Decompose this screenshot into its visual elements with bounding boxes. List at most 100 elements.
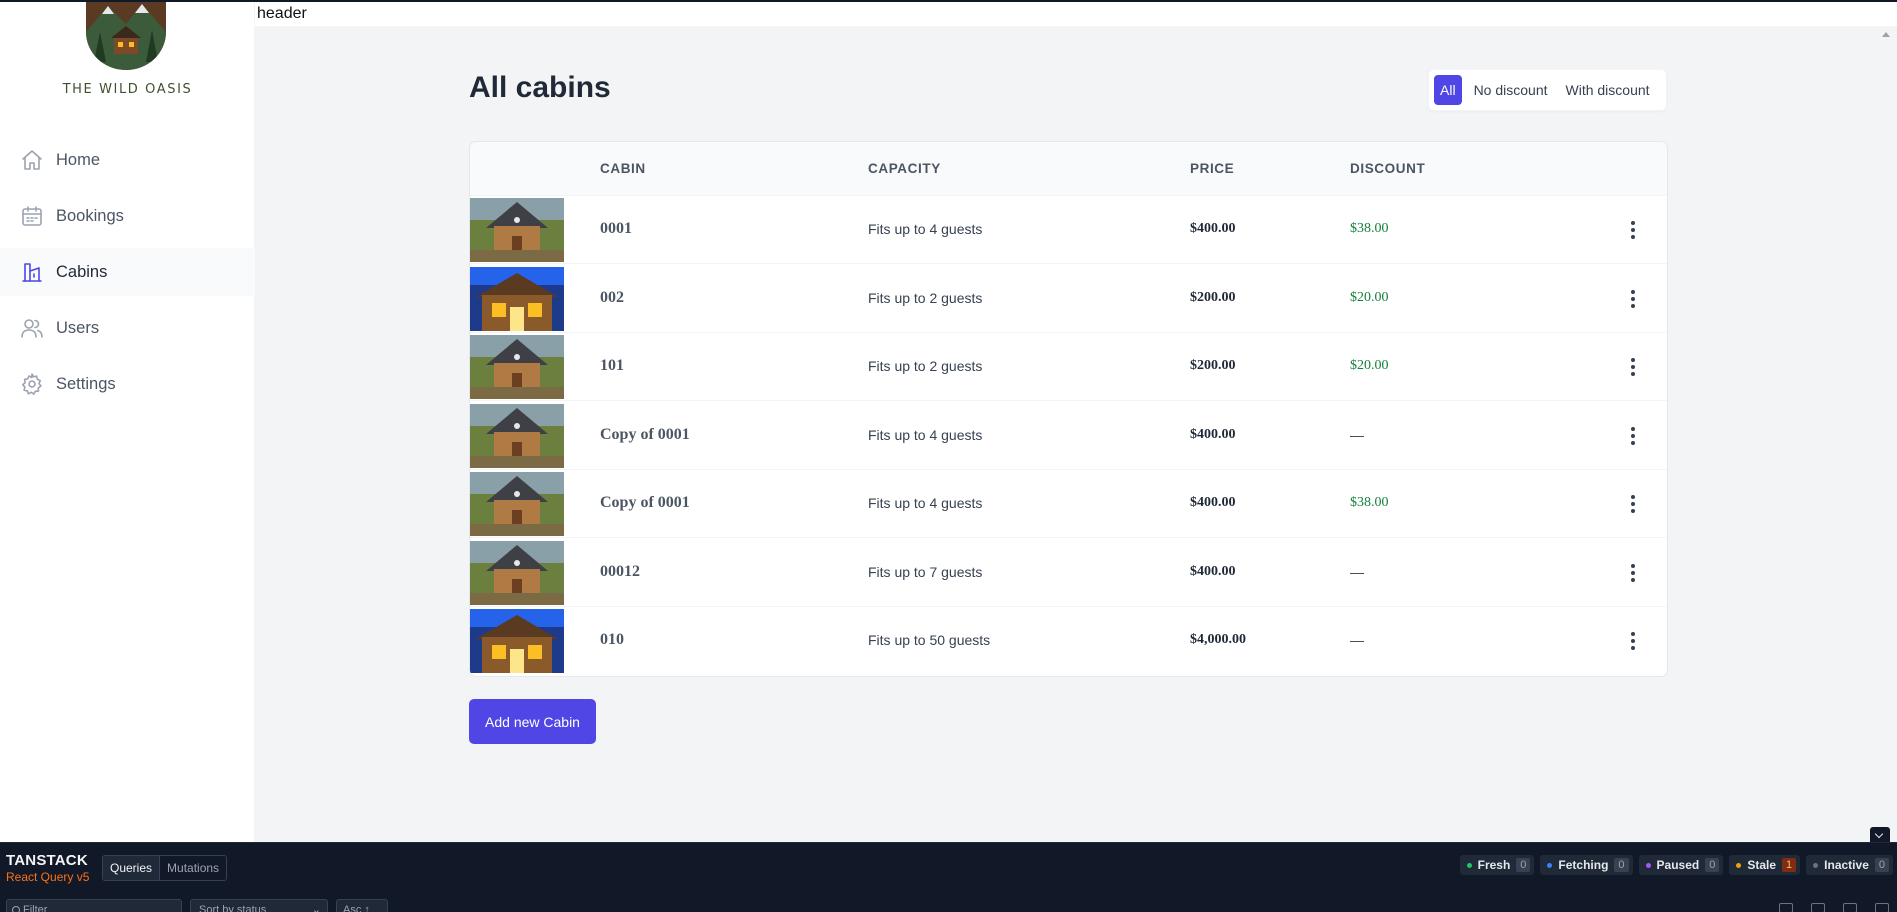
home-icon [22,150,42,170]
cabin-price: $400.00 [1190,495,1236,510]
status-count: 0 [1614,858,1629,872]
table-row: 101 Fits up to 2 guests $200.00 $20.00 [470,333,1667,401]
row-menu-button[interactable] [1620,285,1646,313]
tab-queries[interactable]: Queries [103,856,161,880]
query-status-counts: Fresh 0 Fetching 0 Paused 0 Stale 1 Inactive 0 [1459,855,1893,875]
tab-mutations[interactable]: Mutations [160,856,226,880]
status-badge-inactive[interactable]: Inactive 0 [1806,855,1893,875]
wifi-icon[interactable] [1811,903,1825,912]
devtools-tabs: Queries Mutations [102,855,228,881]
cabin-discount: — [1350,426,1364,443]
cabin-icon [22,263,42,282]
cabin-image [470,335,564,399]
cabin-name: Copy of 0001 [600,494,690,511]
nav-item-cabins[interactable]: Cabins [0,248,255,296]
status-dot [1645,862,1651,868]
status-dot [1813,862,1819,868]
more-vertical-icon [1631,495,1635,499]
cabin-name: 002 [600,288,624,306]
cabin-price: $4,000.00 [1190,632,1246,647]
cabin-image [470,609,564,673]
filter-with-discount-button[interactable]: With discount [1560,75,1656,105]
main-nav: Home Bookings Cabins Users Settings [0,136,255,416]
cabin-name: 00012 [600,562,640,580]
column-header-capacity: CAPACITY [868,161,941,176]
status-count: 0 [1516,858,1531,872]
cabin-image [470,266,564,331]
nav-item-home[interactable]: Home [0,136,255,184]
popout-icon[interactable] [1843,903,1857,912]
table-row: 0001 Fits up to 4 guests $400.00 $38.00 [470,196,1667,264]
logo[interactable]: THE WILD OASIS [0,2,255,102]
discount-filter: All No discount With discount [1428,69,1667,111]
users-icon [21,319,43,338]
status-label: Inactive [1824,858,1869,872]
chevron-down-icon: ⌄ [311,904,321,912]
column-header-price: PRICE [1190,161,1235,176]
header-text: header [257,5,307,22]
add-cabin-button[interactable]: Add new Cabin [469,699,596,744]
nav-label: Settings [56,374,116,393]
main-content: All cabins All No discount With discount… [255,27,1897,842]
column-header-discount: DISCOUNT [1350,161,1426,176]
status-badge-fresh[interactable]: Fresh 0 [1459,855,1535,875]
nav-item-bookings[interactable]: Bookings [0,192,255,240]
sort-select[interactable]: Sort by status ⌄ [190,899,328,912]
table-row: 00012 Fits up to 7 guests $400.00 — [470,539,1667,607]
cabin-price: $200.00 [1190,289,1236,305]
more-vertical-icon [1631,221,1635,225]
cabin-image [470,472,564,536]
devtools-controls: Filter Sort by status ⌄ Asc ↑ [6,899,388,912]
devtools-logo[interactable]: TANSTACK React Query v5 [6,852,89,884]
status-dot [1547,862,1553,868]
status-label: Paused [1656,858,1700,872]
sort-order-button[interactable]: Asc ↑ [336,899,388,912]
nav-label: Users [56,318,100,337]
settings-icon[interactable] [1875,903,1889,912]
row-menu-button[interactable] [1620,216,1646,244]
react-query-devtools: TANSTACK React Query v5 Queries Mutation… [0,842,1897,912]
row-menu-button[interactable] [1620,353,1646,381]
table-header: CABIN CAPACITY PRICE DISCOUNT [470,142,1667,196]
nav-item-settings[interactable]: Settings [0,360,255,408]
calendar-icon [22,206,42,226]
trash-icon[interactable] [1779,903,1793,912]
status-badge-stale[interactable]: Stale 1 [1729,855,1801,875]
cabin-capacity: Fits up to 4 guests [868,221,983,237]
cabin-name: 0001 [600,220,632,237]
cabin-capacity: Fits up to 50 guests [868,632,991,648]
table-row: Copy of 0001 Fits up to 4 guests $400.00 $3… [470,470,1667,538]
more-vertical-icon [1631,563,1635,568]
status-label: Fresh [1477,858,1511,872]
devtools-collapse-button[interactable] [1870,827,1890,843]
more-vertical-icon [1631,426,1635,431]
row-menu-button[interactable] [1620,490,1646,518]
query-filter-input[interactable]: Filter [6,899,182,912]
status-badge-fetching[interactable]: Fetching 0 [1540,855,1633,875]
filter-no-discount-button[interactable]: No discount [1468,75,1554,105]
cabin-capacity: Fits up to 2 guests [868,289,983,306]
table-row: Copy of 0001 Fits up to 4 guests $400.00 — [470,402,1667,470]
status-dot [1466,862,1472,868]
cabin-image [470,540,564,605]
cabin-price: $200.00 [1190,358,1236,373]
nav-label: Cabins [56,262,108,281]
nav-item-users[interactable]: Users [0,304,255,352]
filter-all-button[interactable]: All [1434,75,1462,105]
logo-image [86,2,166,70]
cabin-image [470,198,564,262]
row-menu-button[interactable] [1620,422,1646,450]
page-title: All cabins [469,71,611,104]
app-header: header [255,2,1897,27]
cabin-discount: $20.00 [1350,358,1389,373]
column-header-cabin: CABIN [600,161,646,176]
row-menu-button[interactable] [1620,627,1646,655]
cabin-capacity: Fits up to 2 guests [868,358,983,374]
table-row: 002 Fits up to 2 guests $200.00 $20.00 [470,265,1667,333]
row-menu-button[interactable] [1620,559,1646,587]
more-vertical-icon [1631,289,1635,294]
status-badge-paused[interactable]: Paused 0 [1638,855,1724,875]
cabin-price: $400.00 [1190,426,1236,442]
table-row: 010 Fits up to 50 guests $4,000.00 — [470,607,1667,675]
cabin-capacity: Fits up to 4 guests [868,426,983,443]
